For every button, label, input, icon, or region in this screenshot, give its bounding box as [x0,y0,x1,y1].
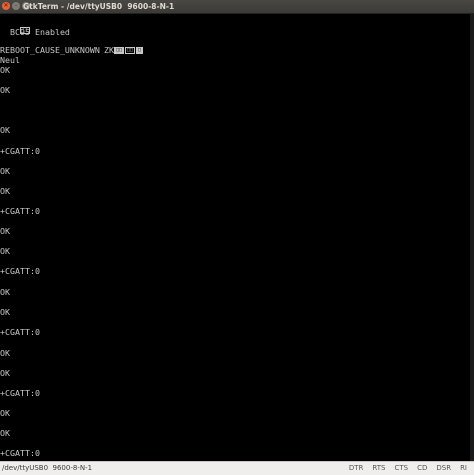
unknown-glyph-icon: □□ [113,47,125,54]
port-status: /dev/ttyUSB0 9600-8-N-1 [2,464,93,472]
terminal-line: +CGATT:0 [0,388,40,398]
terminal-line: OK [0,85,10,95]
terminal-line: OK [0,287,10,297]
title-bar[interactable]: ✕ – ▫ GtkTerm - /dev/ttyUSB0 9600-8-N-1 [0,0,474,14]
signal-rts: RTS [372,464,386,472]
minimize-icon[interactable]: – [12,2,20,10]
terminal-line: Neul [0,55,20,65]
terminal-output[interactable]: ⁰⁰ BC95 Enabled ZK □□ □□ □ REBOOT_CAUSE_UNK… [0,14,474,461]
window-title: GtkTerm - /dev/ttyUSB0 9600-8-N-1 [23,2,175,11]
signal-cd: CD [417,464,428,472]
terminal-line: +CGATT:0 [0,146,40,156]
terminal-line: REBOOT_CAUSE_UNKNOWN [0,45,100,55]
zk-text: ZK [103,45,114,55]
terminal-line: OK [0,428,10,438]
signal-ri: RI [460,464,467,472]
terminal-line: OK [0,65,10,75]
signal-dsr: DSR [436,464,452,472]
terminal-line: +CGATT:0 [0,448,40,458]
unknown-glyph-icon: □ [136,47,144,54]
signal-cts: CTS [394,464,409,472]
terminal-line: OK [0,125,10,135]
terminal-line: +CGATT:0 [0,206,40,216]
terminal-line: OK [0,368,10,378]
terminal-line: OK [0,226,10,236]
signal-dtr: DTR [348,464,364,472]
terminal-line: OK [0,307,10,317]
terminal-line: +CGATT:0 [0,327,40,337]
terminal-line: OK [0,166,10,176]
terminal-line: OK [0,186,10,196]
terminal-line: +CGATT:0 [0,266,40,276]
terminal-line: OK [0,408,10,418]
close-icon[interactable]: ✕ [2,2,10,10]
unknown-glyph-icon: □□ [125,47,136,54]
terminal-scrollbar[interactable] [470,14,474,461]
terminal-line: OK [0,348,10,358]
status-bar: /dev/ttyUSB0 9600-8-N-1 DTR RTS CTS CD D… [0,461,474,475]
signal-indicators: DTR RTS CTS CD DSR RI [349,462,467,475]
terminal-line: BC95 Enabled [0,27,70,37]
terminal-line: OK [0,246,10,256]
